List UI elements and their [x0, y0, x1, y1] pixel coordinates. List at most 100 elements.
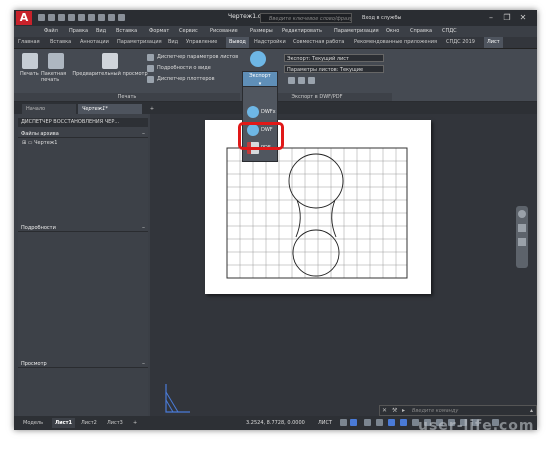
preview-icon[interactable]	[102, 53, 118, 69]
close-icon[interactable]: ✕	[382, 407, 387, 414]
tab-parametric[interactable]: Параметризация	[117, 39, 162, 45]
archive-section-header[interactable]: Файлы архива –	[18, 130, 148, 138]
menu-item-spds[interactable]: СПДС	[442, 28, 457, 34]
restore-icon[interactable]: ❐	[502, 12, 512, 23]
cloud-icon[interactable]	[78, 14, 85, 21]
tab-annotate[interactable]: Аннотации	[80, 39, 109, 45]
wrench-icon[interactable]: ⚒	[392, 407, 397, 414]
tab-insert[interactable]: Вставка	[50, 39, 71, 45]
steering-wheel-icon[interactable]	[518, 210, 526, 218]
menu-item-window[interactable]: Окно	[386, 28, 399, 34]
osnap-icon[interactable]	[388, 419, 395, 426]
doc-tab-start[interactable]: Начало	[22, 104, 76, 114]
close-icon[interactable]: ✕	[518, 12, 528, 23]
menu-item-parametric[interactable]: Параметризация	[334, 28, 379, 34]
tab-view[interactable]: Вид	[168, 39, 178, 45]
share-icon[interactable]	[118, 14, 125, 21]
redo-icon[interactable]	[108, 14, 115, 21]
tab-collaborate[interactable]: Совместная работа	[293, 39, 344, 45]
autocad-logo-icon[interactable]: A	[16, 11, 32, 25]
print-label[interactable]: Печать	[20, 71, 39, 77]
chevron-up-icon[interactable]: ▴	[530, 407, 533, 414]
save-icon[interactable]	[58, 14, 65, 21]
undo-icon[interactable]	[98, 14, 105, 21]
preview-section-header[interactable]: Просмотр –	[18, 360, 148, 368]
sheet-params-dropdown[interactable]: Параметры листов: Текущие	[284, 65, 384, 73]
layout-tab-sheet2[interactable]: Лист2	[78, 418, 100, 428]
export-option-icon[interactable]	[288, 77, 295, 84]
ortho-icon[interactable]	[364, 419, 371, 426]
archive-file-item[interactable]: ⊞ ▭ Чертеж1	[22, 140, 57, 146]
layout-tab-model[interactable]: Модель	[20, 418, 46, 428]
view-details-icon[interactable]	[147, 65, 154, 72]
panel-title: ДИСПЕТЧЕР ВОССТАНОВЛЕНИЯ ЧЕР...	[18, 118, 148, 127]
coordinates-readout: 3.2524, 8.7728, 0.0000	[246, 420, 305, 426]
export-button[interactable]: Экспорт ▾	[242, 71, 278, 87]
drawing-recovery-panel: ДИСПЕТЧЕР ВОССТАНОВЛЕНИЯ ЧЕР... Файлы ар…	[18, 114, 148, 416]
export-icon[interactable]	[250, 51, 266, 67]
tab-home[interactable]: Главная	[18, 39, 40, 45]
expand-icon[interactable]: ⊞	[22, 140, 26, 146]
menu-item-insert[interactable]: Вставка	[116, 28, 137, 34]
menu-item-edit[interactable]: Правка	[69, 28, 88, 34]
signin-link[interactable]: Вход в службы	[362, 13, 401, 23]
lineweight-icon[interactable]	[400, 419, 407, 426]
collapse-icon[interactable]: –	[142, 224, 145, 232]
menu-item-modify[interactable]: Редактировать	[282, 28, 322, 34]
doc-tab-drawing1[interactable]: Чертеж1*	[78, 104, 142, 114]
new-tab-icon[interactable]: +	[146, 104, 158, 114]
details-section-header[interactable]: Подробности –	[18, 224, 148, 232]
layout-tab-sheet1[interactable]: Лист1	[52, 418, 75, 428]
page-setup-manager[interactable]: Диспетчер параметров листов	[157, 54, 238, 60]
tab-featured-apps[interactable]: Рекомендованные приложения	[354, 39, 437, 45]
batch-print-label[interactable]: Пакетная печать	[41, 71, 71, 83]
tab-layout[interactable]: Лист	[484, 37, 503, 48]
polar-icon[interactable]	[376, 419, 383, 426]
menu-item-file[interactable]: Файл	[44, 28, 58, 34]
zoom-icon[interactable]	[518, 238, 526, 246]
export-preview-icon[interactable]	[308, 77, 315, 84]
command-line[interactable]: ✕ ⚒ ▸ Введите команду ▴	[379, 405, 537, 416]
search-input[interactable]: Введите ключевое слово/фразу	[260, 13, 352, 23]
menu-item-view[interactable]: Вид	[96, 28, 106, 34]
preview-label[interactable]: Предварительный просмотр	[70, 71, 150, 77]
menu-item-help[interactable]: Справка	[410, 28, 432, 34]
snap-icon[interactable]	[350, 419, 357, 426]
plotter-manager-icon[interactable]	[147, 76, 154, 83]
menu-item-tools[interactable]: Сервис	[179, 28, 198, 34]
menu-item-dimensions[interactable]: Размеры	[250, 28, 273, 34]
archive-file-label: Чертеж1	[34, 140, 58, 146]
collapse-icon[interactable]: –	[142, 360, 145, 368]
view-details[interactable]: Подробности о виде	[157, 65, 211, 71]
tab-addins[interactable]: Надстройки	[254, 39, 286, 45]
tab-spds-2019[interactable]: СПДС 2019	[446, 39, 475, 45]
export-current-dropdown[interactable]: Экспорт: Текущий лист	[284, 54, 384, 62]
open-icon[interactable]	[48, 14, 55, 21]
print-icon[interactable]	[22, 53, 38, 69]
pan-icon[interactable]	[518, 224, 526, 232]
navigation-bar[interactable]	[516, 206, 528, 268]
export-dwfx-item[interactable]: DWFx	[245, 105, 276, 121]
tab-manage[interactable]: Управление	[186, 39, 217, 45]
print-panel-title: Печать	[14, 93, 240, 101]
layout-tab-sheet3[interactable]: Лист3	[104, 418, 126, 428]
space-toggle[interactable]: ЛИСТ	[318, 420, 332, 426]
print-icon[interactable]	[88, 14, 95, 21]
command-input[interactable]: Введите команду	[412, 408, 458, 414]
export-settings-icon[interactable]	[298, 77, 305, 84]
new-icon[interactable]	[38, 14, 45, 21]
add-layout-icon[interactable]: +	[130, 418, 140, 428]
minimize-icon[interactable]: –	[486, 12, 496, 23]
grid-icon[interactable]	[340, 419, 347, 426]
menu-item-draw[interactable]: Рисование	[210, 28, 238, 34]
plotter-manager[interactable]: Диспетчер плоттеров	[157, 76, 215, 82]
page-setup-icon[interactable]	[147, 54, 154, 61]
menu-item-format[interactable]: Формат	[149, 28, 169, 34]
ucs-icon	[165, 384, 190, 413]
dwg-file-icon: ▭	[27, 140, 33, 146]
tab-output[interactable]: Вывод	[226, 37, 249, 48]
collapse-icon[interactable]: –	[142, 130, 145, 138]
dwfx-icon	[247, 106, 259, 118]
save-as-icon[interactable]	[68, 14, 75, 21]
batch-print-icon[interactable]	[48, 53, 64, 69]
